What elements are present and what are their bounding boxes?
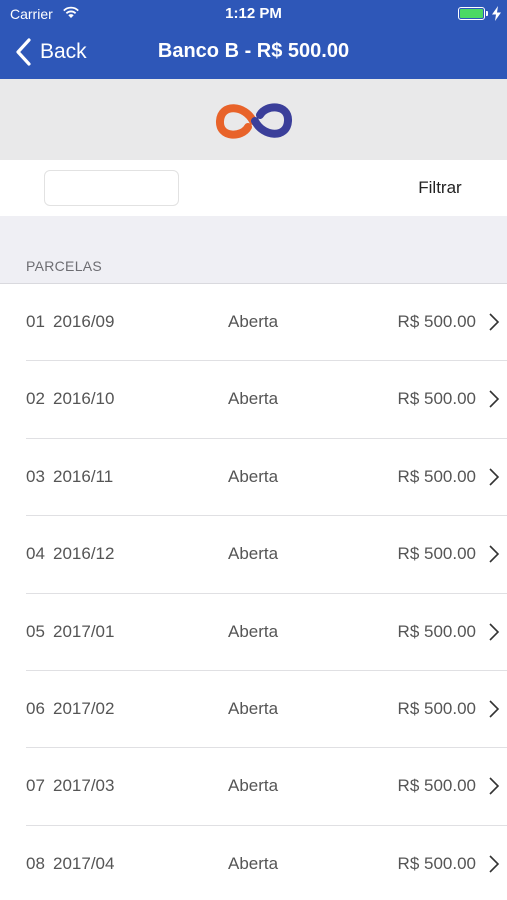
installment-status: Aberta xyxy=(228,312,279,331)
installment-status: Aberta xyxy=(228,466,279,486)
installment-status: Aberta xyxy=(228,853,279,873)
installment-number: 04 xyxy=(26,544,45,564)
list-item[interactable]: 08 2017/04 Aberta R$ 500.00 xyxy=(0,825,507,900)
section-title: PARCELAS xyxy=(26,258,103,274)
battery-level xyxy=(460,9,483,18)
installment-date: 2016/11 xyxy=(53,466,114,486)
chevron-right-icon xyxy=(489,777,500,795)
installment-number: 03 xyxy=(26,466,45,486)
chevron-right-icon xyxy=(489,313,500,331)
chevron-right-icon xyxy=(489,545,500,563)
installment-status: Aberta xyxy=(228,544,279,564)
navigation-bar: Carrier 1:12 PM Back Banco B - R$ 500.00 xyxy=(0,0,507,79)
battery-icon xyxy=(458,7,485,20)
installment-date: 2017/01 xyxy=(53,621,115,641)
installment-status: Aberta xyxy=(228,698,279,718)
back-button[interactable]: Back xyxy=(14,36,87,68)
installment-date: 2016/12 xyxy=(53,544,115,564)
bolt-icon xyxy=(492,6,501,21)
list-item[interactable]: 07 2017/03 Aberta R$ 500.00 xyxy=(0,748,507,826)
installment-number: 07 xyxy=(26,776,45,796)
chevron-right-icon xyxy=(489,700,500,718)
chevron-right-icon xyxy=(489,622,500,641)
chevron-right-icon xyxy=(489,390,500,408)
installment-amount: R$ 500.00 xyxy=(397,776,476,796)
installment-status: Aberta xyxy=(228,389,279,409)
filter-button[interactable]: Filtrar xyxy=(400,178,480,198)
installment-amount: R$ 500.00 xyxy=(397,621,476,641)
list-item[interactable]: 02 2016/10 Aberta R$ 500.00 xyxy=(0,361,507,439)
installment-date: 2016/09 xyxy=(53,312,115,331)
installment-date: 2016/10 xyxy=(53,389,115,409)
installment-amount: R$ 500.00 xyxy=(397,698,476,718)
installment-amount: R$ 500.00 xyxy=(397,312,476,331)
list-item[interactable]: 06 2017/02 Aberta R$ 500.00 xyxy=(0,670,507,749)
filter-input[interactable] xyxy=(44,170,179,206)
installment-number: 05 xyxy=(26,621,45,641)
battery-cap xyxy=(486,11,488,16)
installment-number: 01 xyxy=(26,312,45,331)
installment-amount: R$ 500.00 xyxy=(397,389,476,409)
status-bar: Carrier 1:12 PM xyxy=(0,0,507,28)
list-item[interactable]: 01 2016/09 Aberta R$ 500.00 xyxy=(0,284,507,362)
installment-date: 2017/04 xyxy=(53,853,115,873)
installment-amount: R$ 500.00 xyxy=(397,466,476,486)
installment-amount: R$ 500.00 xyxy=(397,544,476,564)
installment-number: 08 xyxy=(26,853,45,873)
installment-date: 2017/03 xyxy=(53,776,115,796)
status-time: 1:12 PM xyxy=(225,5,282,22)
infinity-logo xyxy=(216,103,292,139)
chevron-right-icon xyxy=(489,855,500,873)
list-item[interactable]: 03 2016/11 Aberta R$ 500.00 xyxy=(0,438,507,517)
installment-amount: R$ 500.00 xyxy=(397,853,476,873)
chevron-right-icon xyxy=(489,468,500,486)
installment-status: Aberta xyxy=(228,776,279,796)
chevron-left-icon xyxy=(16,38,31,66)
list-item[interactable]: 05 2017/01 Aberta R$ 500.00 xyxy=(0,593,507,671)
installments-list: 01 2016/09 Aberta R$ 500.00 02 2016/10 A… xyxy=(0,284,507,900)
installment-date: 2017/02 xyxy=(53,698,115,718)
installment-number: 06 xyxy=(26,698,45,718)
list-item[interactable]: 04 2016/12 Aberta R$ 500.00 xyxy=(0,516,507,594)
installment-status: Aberta xyxy=(228,621,279,641)
back-label: Back xyxy=(40,40,87,63)
installment-number: 02 xyxy=(26,389,45,409)
